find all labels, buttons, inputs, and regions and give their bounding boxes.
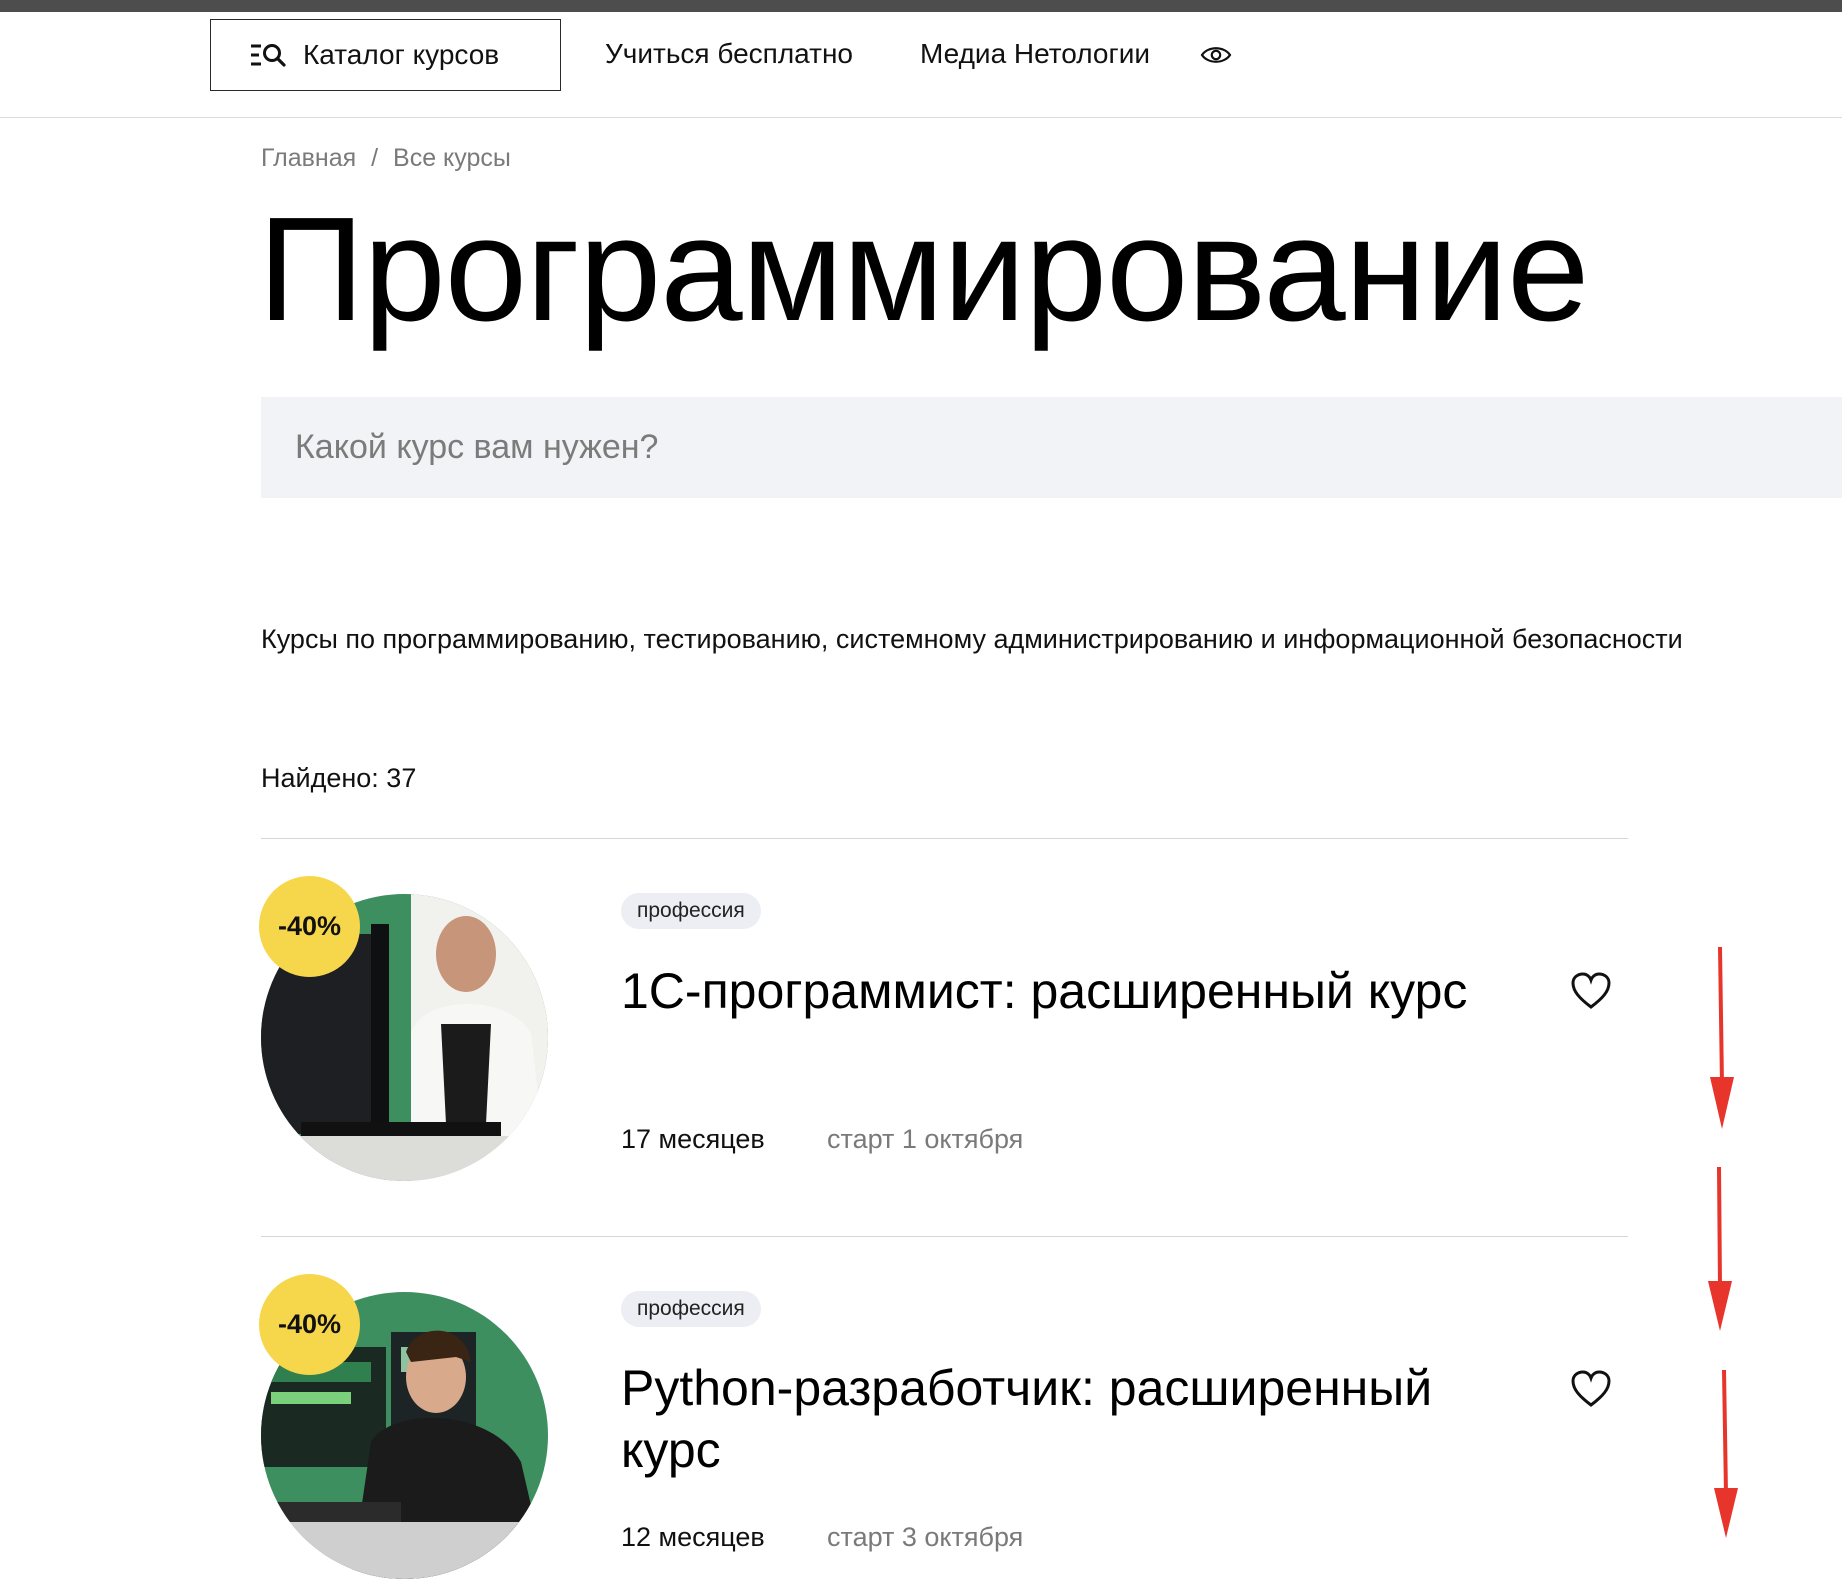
nav-netology-media[interactable]: Медиа Нетологии [920,38,1150,70]
list-divider [261,838,1628,839]
breadcrumb: Главная / Все курсы [261,144,511,173]
nav-learn-free[interactable]: Учиться бесплатно [605,38,853,70]
page-description: Курсы по программированию, тестированию,… [261,624,1683,654]
list-divider [261,1236,1628,1237]
course-title[interactable]: 1С-программист: расширенный курс [621,960,1541,1022]
heart-icon[interactable] [1571,972,1611,1010]
browser-top-strip [0,0,1842,12]
course-start: старт 1 октября [827,1124,1024,1154]
eye-icon[interactable] [1200,41,1232,69]
course-duration: 12 месяцев [621,1522,765,1552]
results-count: Найдено: 37 [261,763,417,793]
page-title: Программирование [258,187,1589,352]
annotation-arrow-down [1710,946,1734,1129]
catalog-button[interactable]: Каталог курсов [210,19,561,91]
course-start: старт 3 октября [827,1522,1024,1552]
annotation-arrow-down [1708,1166,1732,1331]
search-input[interactable] [261,397,1842,498]
heart-icon[interactable] [1571,1370,1611,1408]
catalog-button-label: Каталог курсов [303,39,500,70]
catalog-search-icon [249,41,287,69]
site-header: Каталог курсов Учиться бесплатно Медиа Н… [0,12,1842,118]
breadcrumb-home[interactable]: Главная [261,144,356,172]
annotation-arrow-down [1714,1369,1738,1538]
course-tag: профессия [621,1291,761,1327]
course-tag: профессия [621,893,761,929]
discount-badge: -40% [259,876,360,977]
breadcrumb-all-courses[interactable]: Все курсы [393,144,511,172]
course-title[interactable]: Python-разработчик: расширенный курс [621,1357,1541,1481]
course-duration: 17 месяцев [621,1124,765,1154]
discount-badge: -40% [259,1274,360,1375]
breadcrumb-separator: / [371,144,379,172]
